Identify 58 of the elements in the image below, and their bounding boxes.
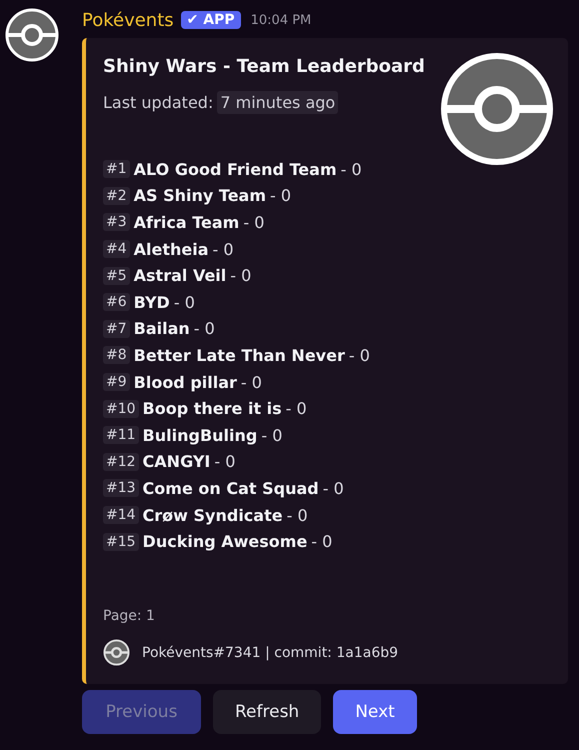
- timestamp: 10:04 PM: [250, 12, 312, 28]
- rank-label: #9: [103, 373, 130, 392]
- team-name: BYD: [134, 292, 170, 312]
- footer-text: Pokévents#7341 | commit: 1a1a6b9: [142, 644, 398, 660]
- team-score: - 0: [240, 372, 262, 392]
- team-score: - 0: [286, 506, 308, 525]
- pokeball-avatar-icon[interactable]: [5, 8, 59, 62]
- rank-label: #12: [103, 452, 139, 471]
- team-score: - 0: [214, 452, 236, 472]
- page-number: Page: 1: [103, 608, 156, 624]
- team-name: CANGYI: [142, 452, 210, 472]
- team-score: - 0: [348, 346, 370, 365]
- rank-label: #4: [103, 240, 130, 258]
- rank-label: #7: [103, 320, 130, 338]
- author-name[interactable]: Pokévents: [82, 10, 174, 30]
- team-score: - 0: [194, 319, 215, 338]
- team-score: - 0: [311, 532, 332, 552]
- rank-label: #5: [103, 266, 130, 285]
- updated-time: 7 minutes ago: [217, 91, 338, 114]
- team-score: - 0: [340, 160, 362, 179]
- team-score: - 0: [212, 240, 234, 259]
- updated-label: Last updated:: [103, 93, 214, 112]
- team-name: Aletheia: [134, 240, 209, 259]
- rank-label: #10: [103, 400, 139, 418]
- rank-label: #6: [103, 293, 130, 312]
- pokeball-icon: [103, 639, 130, 666]
- team-name: Boop there it is: [142, 399, 282, 418]
- team-name: Better Late Than Never: [134, 346, 345, 365]
- rank-label: #1: [103, 160, 130, 178]
- rank-label: #15: [103, 532, 139, 551]
- team-name: Come on Cat Squad: [142, 478, 319, 498]
- team-score: - 0: [174, 292, 195, 312]
- rank-label: #3: [103, 213, 130, 232]
- team-name: BulingBuling: [142, 426, 258, 445]
- team-score: - 0: [286, 399, 307, 418]
- team-name: Blood pillar: [134, 372, 237, 392]
- team-name: Crøw Syndicate: [142, 506, 283, 525]
- rank-label: #14: [103, 506, 139, 524]
- action-button[interactable]: Next: [333, 690, 417, 734]
- pokeball-icon: [440, 52, 554, 166]
- team-name: ALO Good Friend Team: [134, 160, 337, 179]
- team-name: Astral Veil: [134, 266, 226, 286]
- team-name: Africa Team: [134, 212, 240, 232]
- team-name: AS Shiny Team: [134, 186, 266, 206]
- team-score: - 0: [230, 266, 252, 286]
- embed-title: Shiny Wars - Team Leaderboard: [103, 56, 425, 77]
- rank-label: #13: [103, 479, 139, 498]
- team-score: - 0: [270, 186, 292, 206]
- team-score: - 0: [322, 478, 344, 498]
- team-score: - 0: [243, 212, 264, 232]
- team-name: Bailan: [134, 319, 190, 338]
- team-name: Ducking Awesome: [142, 532, 308, 552]
- rank-label: #2: [103, 186, 130, 205]
- app-badge: ✔ APP: [180, 11, 241, 29]
- action-button[interactable]: Refresh: [213, 690, 322, 734]
- team-score: - 0: [261, 426, 282, 445]
- rank-label: #11: [103, 426, 139, 444]
- rank-label: #8: [103, 346, 130, 364]
